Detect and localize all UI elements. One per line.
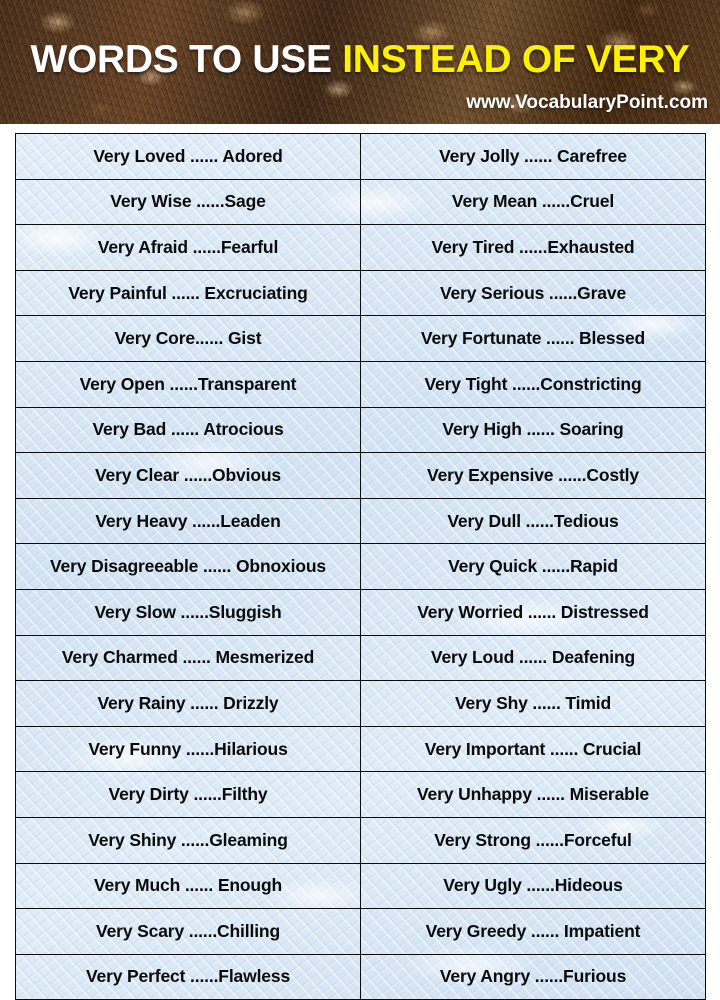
table-row: Very Scary ......Chilling Very Greedy ...… — [15, 908, 706, 955]
word-pair-cell-right: Very Serious ......Grave — [360, 269, 706, 317]
word-pair-cell-right: Very Ugly ......Hideous — [360, 862, 706, 910]
table-row: Very Bad ...... Atrocious Very High .....… — [15, 406, 706, 454]
table-row: Very Rainy ...... Drizzly Very Shy ......… — [15, 680, 706, 727]
word-pair-cell-left: Very Much ...... Enough — [15, 862, 361, 910]
word-pair-cell-right: Very Tired ......Exhausted — [360, 224, 706, 271]
word-table: Very Loved ...... Adored Very Jolly .....… — [15, 133, 706, 1000]
word-pair-cell-right: Very Greedy ...... Impatient — [360, 908, 706, 955]
word-pair-cell-right: Very Strong ......Forceful — [360, 816, 706, 864]
page-title: WORDS TO USE INSTEAD OF VERY — [0, 38, 720, 82]
word-pair-cell-right: Very Unhappy ...... Miserable — [360, 771, 706, 818]
word-pair-cell-left: Very Scary ......Chilling — [15, 908, 361, 955]
word-pair-cell-right: Very Jolly ...... Carefree — [360, 133, 706, 180]
word-pair-cell-left: Very Dirty ......Filthy — [15, 771, 361, 818]
table-row: Very Heavy ......Leaden Very Dull ......T… — [15, 497, 706, 545]
word-pair-cell-right: Very Shy ...... Timid — [360, 680, 706, 727]
table-row: Very Funny ......Hilarious Very Important… — [15, 725, 706, 773]
word-pair-cell-right: Very Important ...... Crucial — [360, 725, 706, 773]
page-title-plain: WORDS TO USE — [30, 38, 343, 81]
table-row: Very Perfect ......Flawless Very Angry ..… — [15, 953, 706, 1000]
table-row: Very Afraid ......Fearful Very Tired ....… — [15, 224, 706, 271]
word-pair-cell-right: Very Mean ......Cruel — [360, 178, 706, 226]
website-url: www.VocabularyPoint.com — [466, 92, 708, 113]
word-pair-cell-left: Very Clear ......Obvious — [15, 452, 361, 499]
word-table-body: Very Loved ...... Adored Very Jolly .....… — [15, 133, 706, 1000]
table-row: Very Clear ......Obvious Very Expensive .… — [15, 452, 706, 499]
word-pair-cell-right: Very Fortunate ...... Blessed — [360, 315, 706, 362]
word-pair-cell-left: Very Core...... Gist — [15, 315, 361, 362]
table-row: Very Slow ......Sluggish Very Worried ...… — [15, 588, 706, 636]
word-pair-cell-right: Very Dull ......Tedious — [360, 497, 706, 545]
word-pair-cell-left: Very Perfect ......Flawless — [15, 953, 361, 1000]
word-pair-cell-left: Very Shiny ......Gleaming — [15, 816, 361, 864]
word-pair-cell-left: Very Bad ...... Atrocious — [15, 406, 361, 454]
word-pair-cell-right: Very High ...... Soaring — [360, 406, 706, 454]
word-pair-cell-left: Very Painful ...... Excruciating — [15, 269, 361, 317]
word-pair-cell-right: Very Quick ......Rapid — [360, 543, 706, 590]
word-pair-cell-left: Very Slow ......Sluggish — [15, 588, 361, 636]
table-row: Very Dirty ......Filthy Very Unhappy ....… — [15, 771, 706, 818]
word-table-container: Very Loved ...... Adored Very Jolly .....… — [15, 133, 706, 1000]
page-title-accent: INSTEAD OF VERY — [342, 38, 690, 81]
table-row: Very Wise ......Sage Very Mean ......Crue… — [15, 178, 706, 226]
word-pair-cell-left: Very Open ......Transparent — [15, 360, 361, 408]
word-pair-cell-left: Very Rainy ...... Drizzly — [15, 680, 361, 727]
word-pair-cell-left: Very Heavy ......Leaden — [15, 497, 361, 545]
word-pair-cell-left: Very Afraid ......Fearful — [15, 224, 361, 271]
word-pair-cell-right: Very Expensive ......Costly — [360, 452, 706, 499]
word-pair-cell-left: Very Funny ......Hilarious — [15, 725, 361, 773]
word-pair-cell-right: Very Loud ...... Deafening — [360, 634, 706, 682]
table-row: Very Open ......Transparent Very Tight ..… — [15, 360, 706, 408]
table-row: Very Charmed ...... Mesmerized Very Loud … — [15, 634, 706, 682]
table-row: Very Painful ...... Excruciating Very Ser… — [15, 269, 706, 317]
word-pair-cell-left: Very Loved ...... Adored — [15, 133, 361, 180]
header-banner: WORDS TO USE INSTEAD OF VERY www.Vocabul… — [0, 0, 720, 124]
table-row: Very Disagreeable ...... Obnoxious Very Q… — [15, 543, 706, 590]
poster: WORDS TO USE INSTEAD OF VERY www.Vocabul… — [0, 0, 720, 1000]
word-pair-cell-left: Very Wise ......Sage — [15, 178, 361, 226]
word-pair-cell-left: Very Disagreeable ...... Obnoxious — [15, 543, 361, 590]
word-pair-cell-right: Very Worried ...... Distressed — [360, 588, 706, 636]
word-pair-cell-right: Very Angry ......Furious — [360, 953, 706, 1000]
word-pair-cell-right: Very Tight ......Constricting — [360, 360, 706, 408]
table-row: Very Much ...... Enough Very Ugly ......H… — [15, 862, 706, 910]
table-row: Very Loved ...... Adored Very Jolly .....… — [15, 133, 706, 180]
table-row: Very Shiny ......Gleaming Very Strong ...… — [15, 816, 706, 864]
word-pair-cell-left: Very Charmed ...... Mesmerized — [15, 634, 361, 682]
table-row: Very Core...... Gist Very Fortunate .....… — [15, 315, 706, 362]
